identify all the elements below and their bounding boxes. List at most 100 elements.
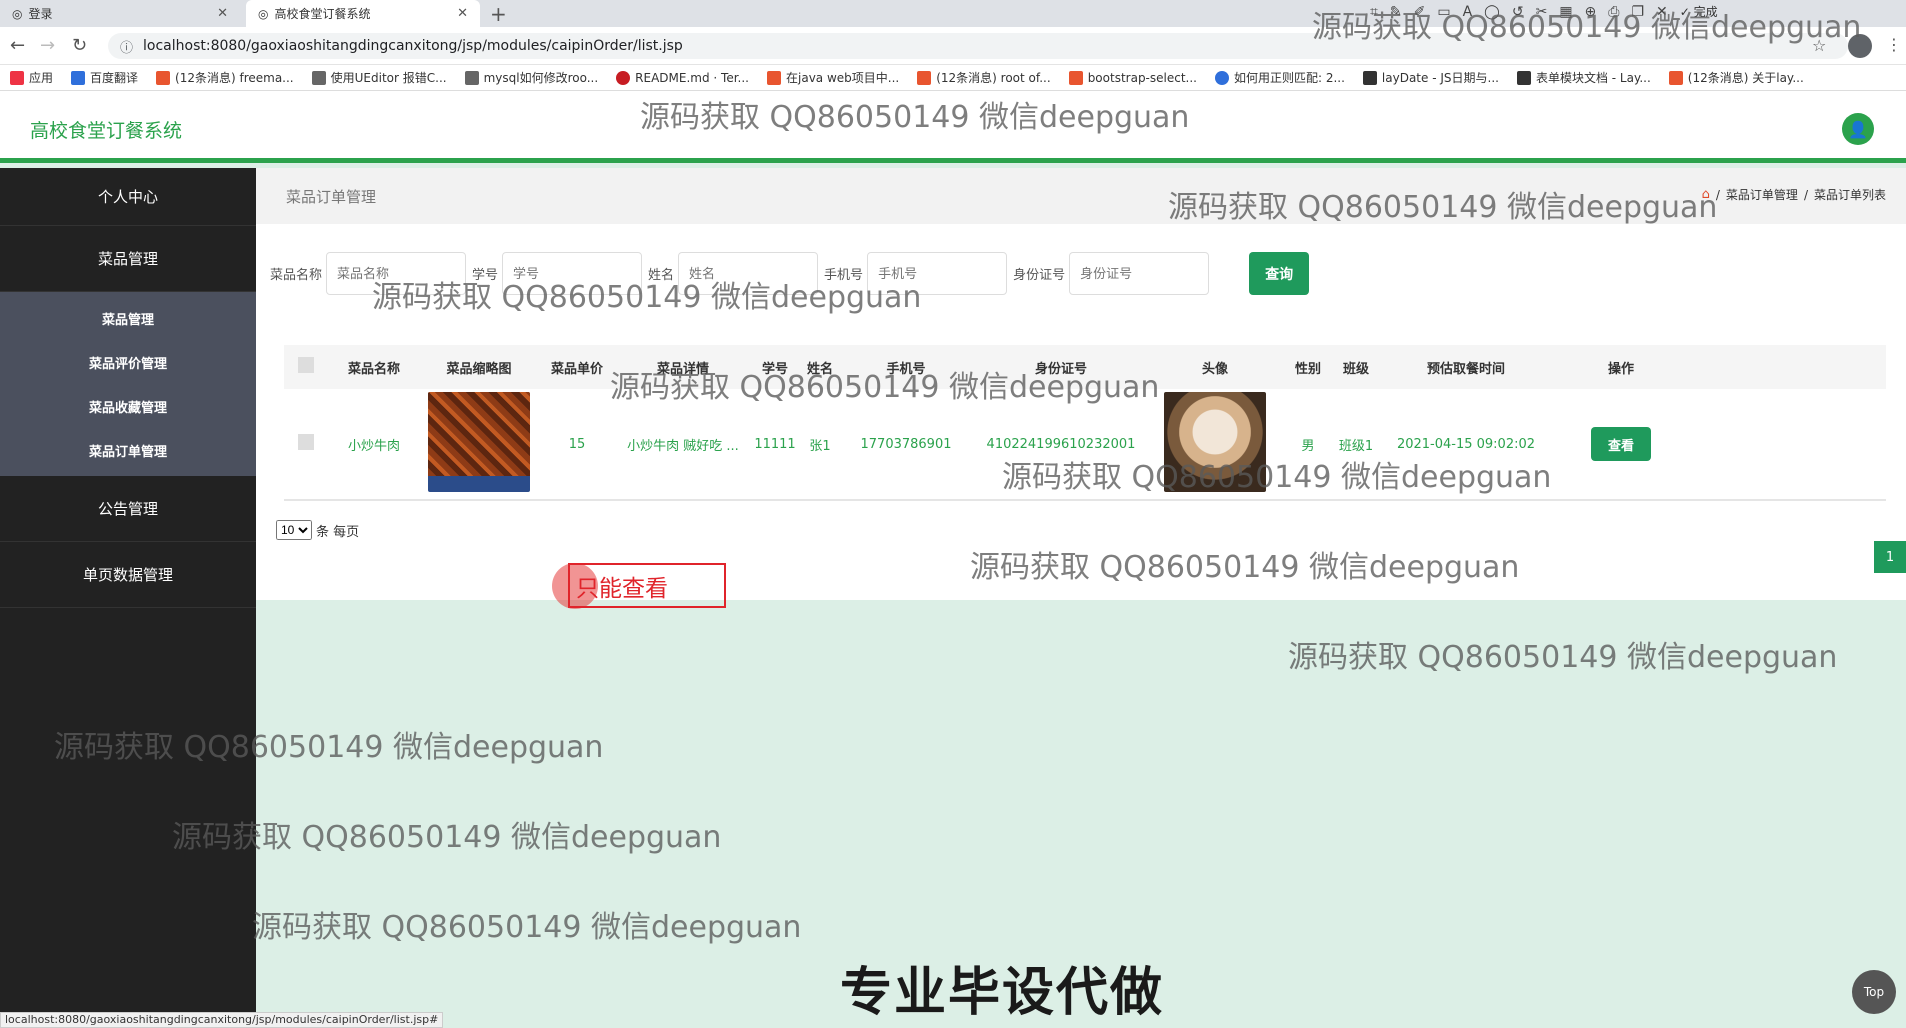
bookmark-item[interactable]: (12条消息) freema... [156,69,294,86]
scissors-icon[interactable]: ✂ [1536,4,1548,20]
baidu-icon [1214,70,1229,85]
bookmark-label: layDate - JS日期与... [1381,71,1499,85]
column-header: 身份证号 [1034,361,1087,377]
crop-icon[interactable]: ⌗ [1370,4,1378,20]
undo-icon[interactable]: ↺ [1512,4,1524,20]
breadcrumb: ⌂ / 菜品订单管理 / 菜品订单列表 [1702,186,1886,203]
back-to-top-button[interactable]: Top [1852,970,1896,1014]
bookmark-label: 表单模块文档 - Lay... [1535,71,1651,85]
page-number-button[interactable]: 1 [1874,541,1906,573]
breadcrumb-separator: / [1715,187,1720,202]
page-title: 菜品订单管理 [286,188,377,206]
user-avatar-button[interactable]: 👤 [1842,113,1874,145]
sidebar-group-single-page[interactable]: 单页数据管理 [0,542,256,608]
tab-login[interactable]: ◎ 登录 ✕ [0,0,240,27]
sidebar-item-profile[interactable]: 个人中心 [0,168,256,226]
info-icon[interactable]: ⓘ [120,37,133,56]
avatar-image [1164,392,1266,492]
sidebar-item-dish-review[interactable]: 菜品评价管理 [0,340,256,384]
sidebar-item-label: 公告管理 [97,500,158,518]
cell-gender: 男 [1301,438,1315,454]
query-button[interactable]: 查询 [1249,252,1310,295]
column-header: 班级 [1342,361,1369,377]
select-all-checkbox[interactable] [298,357,314,373]
bookmark-star-icon[interactable]: ☆ [1812,36,1826,55]
cell-class: 班级1 [1338,438,1374,454]
watermark-text: 源码获取 QQ86050149 微信deepguan [1288,640,1838,675]
more-menu-icon[interactable]: ⋮ [1886,35,1902,54]
reload-icon[interactable]: ↻ [72,35,87,56]
profile-avatar-icon[interactable] [1848,34,1872,58]
page-size-select[interactable]: 10 [276,520,312,540]
tab-app[interactable]: ◎ 高校食堂订餐系统 ✕ [246,0,480,27]
cell-phone: 17703786901 [860,436,952,452]
cell-dish-name: 小炒牛肉 [347,438,400,454]
status-bar-url: localhost:8080/gaoxiaoshitangdingcanxito… [0,1012,444,1028]
url-field[interactable]: ⓘ localhost:8080/gaoxiaoshitangdingcanxi… [108,33,1848,59]
bookmark-item[interactable]: 在java web项目中... [767,69,899,86]
rect-icon[interactable]: ▭ [1437,4,1450,20]
name-input[interactable] [678,252,819,295]
table-row: 小炒牛肉 15 小炒牛肉 贼好吃 ... 11111 张1 1770378690… [284,389,1886,499]
sidebar-item-label: 菜品评价管理 [88,356,167,372]
row-checkbox[interactable] [298,434,314,450]
csdn-icon [156,70,171,85]
sidebar-group-notice[interactable]: 公告管理 [0,476,256,542]
close-icon[interactable]: ✕ [457,6,468,21]
pin-icon[interactable]: ⊕ [1585,4,1597,20]
bookmark-item[interactable]: README.md · Ter... [616,70,749,85]
translate-icon [71,70,86,85]
bookmark-item[interactable]: (12条消息) root of... [917,69,1051,86]
sidebar-item-dish-favorite[interactable]: 菜品收藏管理 [0,384,256,428]
bookmark-item[interactable]: 百度翻译 [71,69,138,86]
search-label: 手机号 [824,268,864,283]
id-card-input[interactable] [1069,252,1210,295]
cell-id-card: 410224199610232001 [986,436,1136,452]
sidebar-item-label: 菜品管理 [101,312,154,328]
new-tab-icon[interactable]: + [490,2,507,26]
dish-name-input[interactable] [326,252,467,295]
promo-banner: 专业毕设代做 [840,963,1165,1023]
circle-icon[interactable]: ◯ [1484,4,1500,20]
back-icon[interactable]: ← [10,35,25,56]
search-label: 菜品名称 [270,268,323,283]
bookmark-item[interactable]: 使用UEditor 报错C... [311,69,447,86]
phone-input[interactable] [867,252,1008,295]
cancel-icon[interactable]: ✕ [1656,4,1668,20]
view-button[interactable]: 查看 [1591,427,1651,461]
sidebar-item-label: 个人中心 [97,188,158,206]
pen-icon[interactable]: ✎ [1390,4,1402,20]
bookmark-item[interactable]: bootstrap-select... [1068,70,1197,85]
bookmark-item[interactable]: 应用 [10,69,53,86]
bookmark-item[interactable]: layDate - JS日期与... [1362,69,1499,86]
pencil-icon[interactable]: ✐ [1414,4,1426,20]
student-no-input[interactable] [502,252,643,295]
app-header: 高校食堂订餐系统 👤 [0,91,1906,163]
globe-icon: ◎ [258,6,269,21]
bookmark-item[interactable]: 表单模块文档 - Lay... [1516,69,1651,86]
sidebar-item-dish-order[interactable]: 菜品订单管理 [0,428,256,472]
apps-icon [10,70,24,85]
home-icon[interactable]: ⌂ [1702,187,1710,202]
sidebar-item-label: 单页数据管理 [82,566,173,584]
close-icon[interactable]: ✕ [217,6,228,21]
mosaic-icon[interactable]: ▦ [1559,4,1572,20]
breadcrumb-item[interactable]: 菜品订单管理 [1726,186,1798,203]
sidebar-item-dish-manage[interactable]: 菜品管理 [0,296,256,340]
forward-icon[interactable]: → [40,35,55,56]
bookmark-item[interactable]: 如何用正则匹配: 2... [1214,69,1345,86]
page-icon [464,70,479,85]
text-icon[interactable]: A [1463,4,1473,20]
copy-icon[interactable]: ❐ [1631,4,1644,20]
bookmark-item[interactable]: mysql如何修改roo... [464,69,598,86]
sidebar-submenu: 菜品管理 菜品评价管理 菜品收藏管理 菜品订单管理 [0,292,256,476]
column-header: 菜品单价 [550,361,603,377]
done-button[interactable]: ✓ 完成 [1680,3,1718,20]
column-header: 菜品缩略图 [446,361,512,377]
layui-icon [1516,70,1531,85]
column-header: 操作 [1607,361,1634,377]
sidebar-group-dish[interactable]: 菜品管理 [0,226,256,292]
save-icon[interactable]: ⎙ [1608,4,1619,20]
breadcrumb-item: 菜品订单列表 [1813,188,1886,202]
bookmark-item[interactable]: (12条消息) 关于lay... [1668,69,1804,86]
